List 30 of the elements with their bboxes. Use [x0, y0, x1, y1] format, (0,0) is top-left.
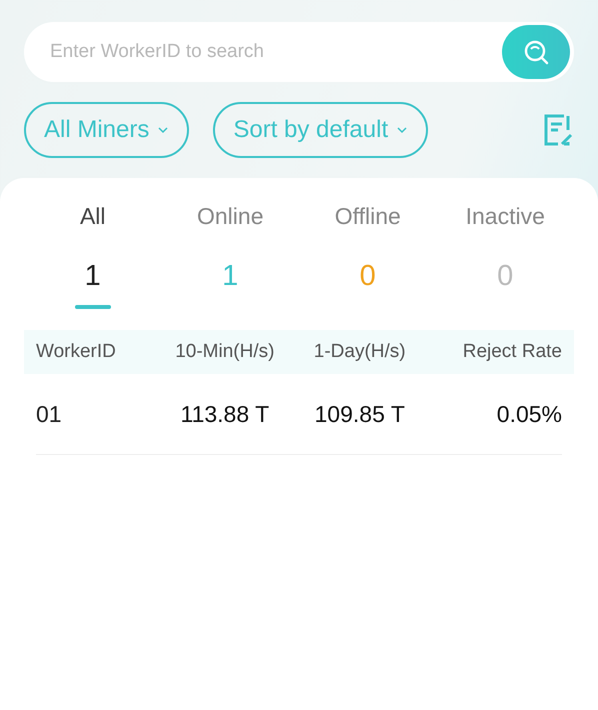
tab-count: 0 [497, 259, 514, 293]
tab-label: Online [197, 202, 264, 231]
table-cell-text: 01 [36, 400, 63, 428]
tab-count: 1 [84, 259, 101, 293]
table-cell-text: 109.85 T [314, 400, 406, 428]
table-cell-text: 0.05% [496, 400, 562, 428]
search-bar[interactable]: Enter WorkerID to search [24, 22, 574, 82]
filter-dropdown[interactable]: Sort by default [213, 102, 428, 158]
tab-count: 0 [360, 259, 376, 293]
tab-label: Inactive [466, 202, 545, 231]
column-header: 1-Day(H/s) [312, 341, 407, 363]
column-header: Reject Rate [462, 341, 562, 363]
status-tab[interactable]: Online 1 [162, 200, 299, 310]
tab-label: Offline [334, 202, 401, 231]
tab-underline [74, 305, 111, 309]
tab-count: 1 [222, 259, 238, 293]
column-header: 10-Min(H/s) [174, 341, 276, 363]
filter-dropdown[interactable]: All Miners [24, 102, 190, 158]
search-button[interactable] [502, 25, 570, 79]
search-field[interactable]: Enter WorkerID to search [48, 40, 502, 64]
status-tab[interactable]: All 1 [24, 200, 162, 310]
table-cell-text: 113.88 T [179, 400, 270, 428]
column-header: WorkerID [36, 341, 117, 363]
search-icon [522, 38, 550, 66]
edit-icon[interactable] [542, 112, 574, 148]
status-tab[interactable]: Offline 0 [299, 200, 436, 310]
status-tab[interactable]: Inactive 0 [436, 200, 574, 310]
chevron-down-icon [396, 126, 408, 134]
tab-label: All [80, 202, 106, 231]
chevron-down-icon [157, 126, 170, 134]
